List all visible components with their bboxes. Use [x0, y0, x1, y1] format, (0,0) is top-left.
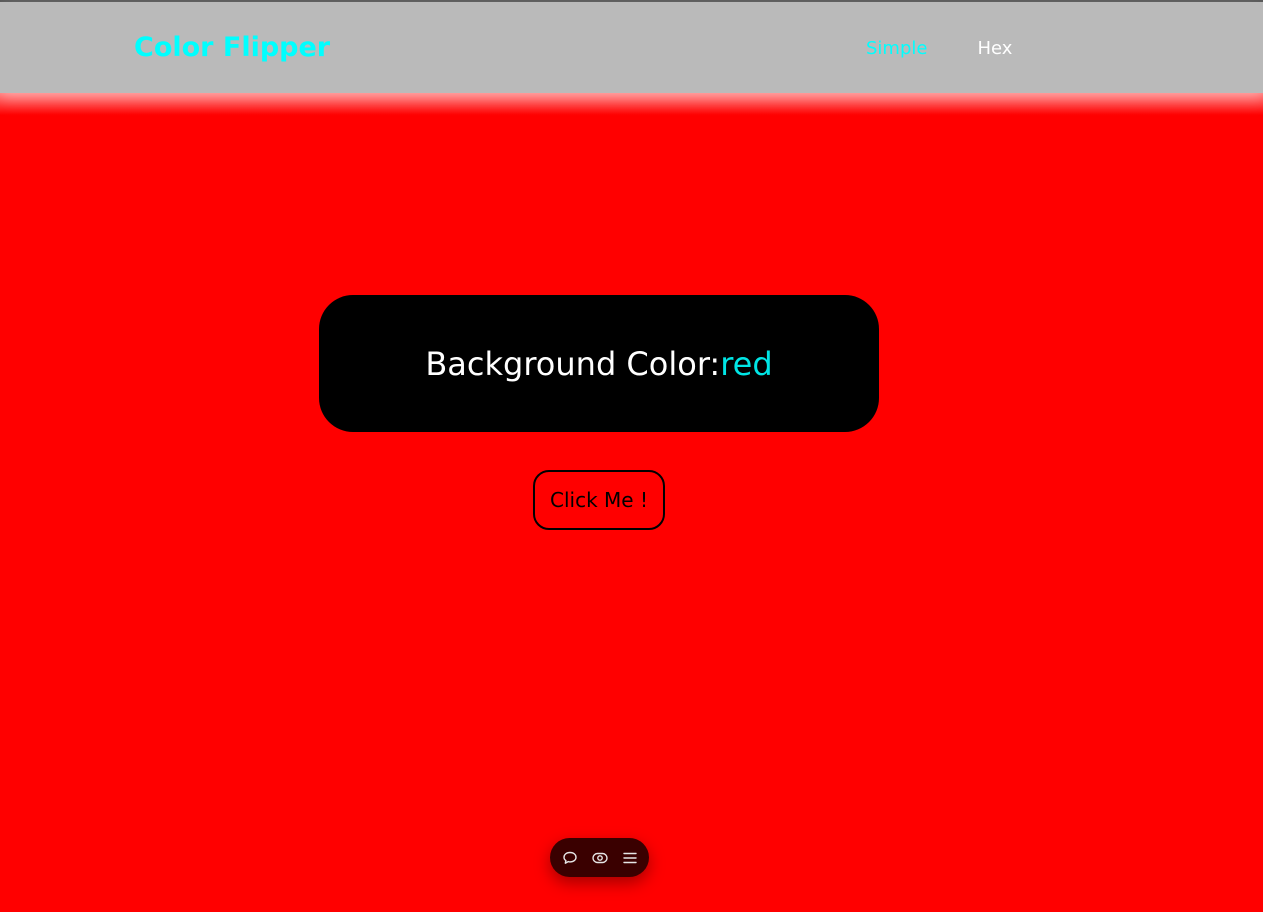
click-me-button[interactable]: Click Me !	[533, 470, 665, 530]
menu-icon[interactable]	[621, 849, 639, 867]
nav-links: Simple Hex	[866, 37, 1012, 61]
background-color-card: Background Color: red	[319, 295, 879, 432]
background-color-label: Background Color:	[425, 344, 721, 383]
comment-icon[interactable]	[561, 849, 579, 867]
eye-icon[interactable]	[591, 849, 609, 867]
brand-logo[interactable]: Color Flipper	[134, 30, 330, 66]
nav-link-simple[interactable]: Simple	[866, 37, 927, 61]
navbar-shadow	[0, 93, 1263, 115]
nav-link-hex[interactable]: Hex	[977, 37, 1012, 61]
background-color-value: red	[720, 344, 773, 383]
navbar: Color Flipper Simple Hex	[0, 2, 1263, 93]
floating-toolbar	[550, 838, 649, 877]
